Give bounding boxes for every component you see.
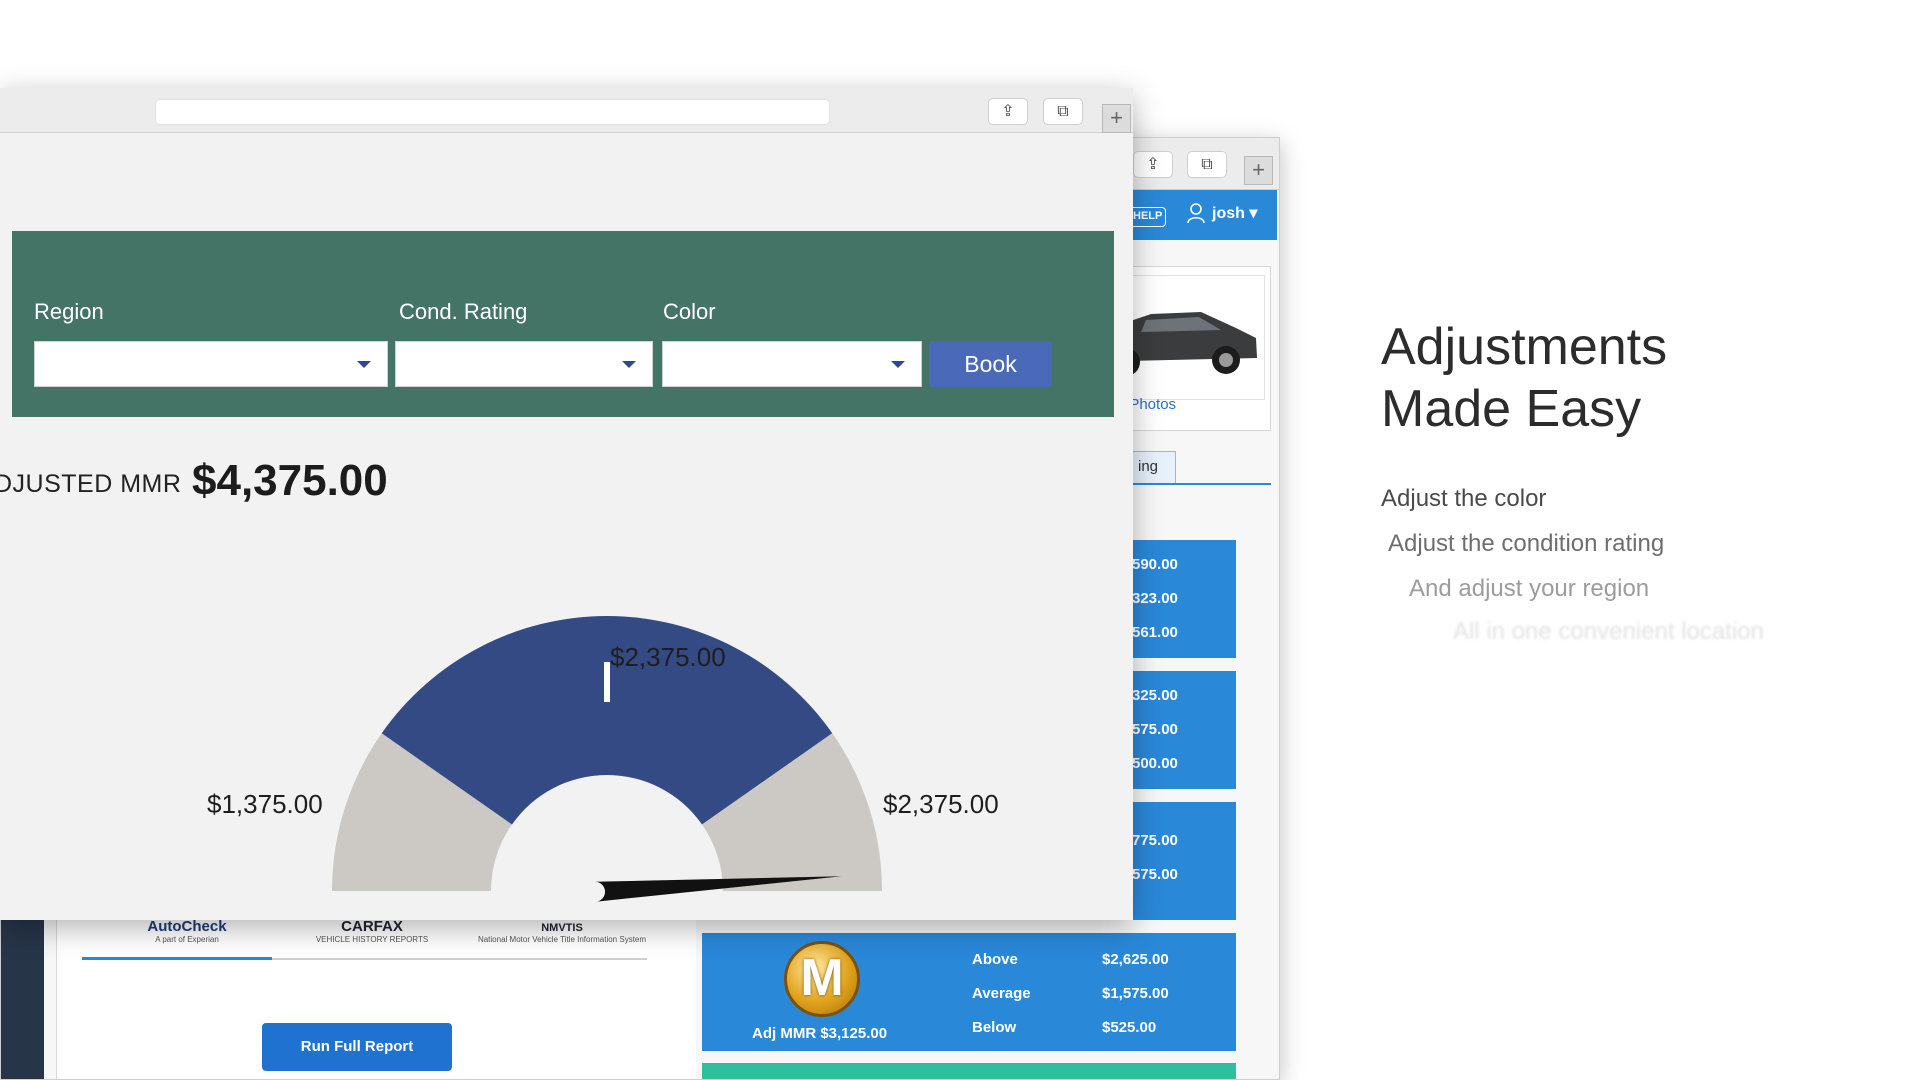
- user-icon: [1187, 203, 1205, 224]
- url-bar[interactable]: [155, 99, 830, 125]
- carfax-logo: CARFAX: [341, 918, 403, 935]
- price-value: 323.00: [1132, 590, 1178, 607]
- price-value: 590.00: [1132, 556, 1178, 573]
- cond-rating-label: Cond. Rating: [399, 299, 528, 324]
- cond-rating-select[interactable]: [395, 341, 653, 387]
- price-value: 325.00: [1132, 687, 1178, 704]
- front-toolbar: ⇪ ⧉ +: [0, 88, 1133, 133]
- adj-mmr-value: Adj MMR $3,125.00: [752, 1025, 888, 1042]
- mmr-row-value: $525.00: [1102, 1019, 1157, 1036]
- price-value: 775.00: [1132, 832, 1178, 849]
- chevron-down-icon: [622, 361, 636, 368]
- step-adjust-region: And adjust your region: [1409, 575, 1650, 602]
- new-tab-button[interactable]: +: [1102, 104, 1131, 133]
- headline-line-1: Adjustments: [1381, 318, 1668, 376]
- region-label: Region: [34, 299, 104, 324]
- help-button[interactable]: HELP: [1129, 207, 1167, 227]
- mmr-row-label: Below: [972, 1019, 1017, 1036]
- new-tab-button[interactable]: +: [1244, 156, 1273, 185]
- carfax-sub: VEHICLE HISTORY REPORTS: [315, 935, 429, 944]
- sidebar: [1, 918, 44, 1079]
- headline-line-2: Made Easy: [1381, 380, 1642, 438]
- gauge-svg: [332, 616, 882, 902]
- nmvtis-sub: National Motor Vehicle Title Information…: [477, 935, 647, 944]
- history-report-panel: AutoCheck A part of Experian CARFAX VEHI…: [56, 918, 696, 1079]
- nmvtis-logo: NMVTIS: [541, 922, 583, 934]
- tabs-icon[interactable]: ⧉: [1187, 151, 1227, 178]
- autocheck-logo: AutoCheck: [147, 918, 227, 935]
- tab-nmvtis[interactable]: NMVTIS National Motor Vehicle Title Info…: [477, 918, 647, 956]
- gauge-top-label: $2,375.00: [610, 642, 726, 672]
- report-tab-active-line: [82, 957, 272, 960]
- adjustment-filter-panel: Region Cond. Rating Color Book: [12, 231, 1114, 417]
- mmr-row-label: Above: [972, 951, 1018, 968]
- run-full-report-button[interactable]: Run Full Report: [262, 1023, 452, 1071]
- price-value: 575.00: [1132, 866, 1178, 883]
- region-select[interactable]: [34, 341, 388, 387]
- mmr-row-value: $2,625.00: [1102, 951, 1169, 968]
- color-label: Color: [663, 299, 716, 324]
- adjusted-mmr-label: DJUSTED MMR: [0, 470, 182, 498]
- headline: Adjustments Made Easy: [1381, 316, 1667, 440]
- user-menu[interactable]: josh ▾: [1186, 202, 1257, 224]
- status-strip: [702, 1063, 1236, 1079]
- price-value: 500.00: [1132, 755, 1178, 772]
- step-convenient-location: All in one convenient location: [1453, 618, 1764, 645]
- chevron-down-icon: [891, 361, 905, 368]
- step-adjust-condition: Adjust the condition rating: [1388, 530, 1665, 557]
- share-icon[interactable]: ⇪: [988, 98, 1028, 125]
- user-name: josh ▾: [1212, 205, 1258, 222]
- share-icon[interactable]: ⇪: [1133, 151, 1173, 178]
- autocheck-sub: A part of Experian: [155, 935, 219, 944]
- adjusted-mmr-value: $4,375.00: [192, 456, 388, 505]
- mmr-gauge: $2,375.00 $1,375.00 $2,375.00: [0, 548, 1133, 920]
- book-button[interactable]: Book: [929, 341, 1052, 387]
- tab-autocheck[interactable]: AutoCheck A part of Experian: [112, 918, 262, 956]
- step-adjust-color: Adjust the color: [1381, 485, 1547, 512]
- mmr-row-value: $1,575.00: [1102, 985, 1169, 1002]
- front-browser-window: ⇪ ⧉ + Region Cond. Rating Color Book DJU…: [0, 88, 1133, 920]
- mmr-row-label: Average: [972, 985, 1031, 1002]
- tab-carfax[interactable]: CARFAX VEHICLE HISTORY REPORTS: [297, 918, 447, 956]
- gauge-right-label: $2,375.00: [883, 789, 999, 819]
- gauge-left-label: $1,375.00: [207, 789, 323, 819]
- price-value: 575.00: [1132, 721, 1178, 738]
- price-value: 561.00: [1132, 624, 1178, 641]
- tabs-icon[interactable]: ⧉: [1043, 98, 1083, 125]
- chevron-down-icon: [357, 361, 371, 368]
- manheim-logo-icon: M: [784, 941, 860, 1017]
- color-select[interactable]: [662, 341, 922, 387]
- mmr-summary-box: M Adj MMR $3,125.00 Above $2,625.00 Aver…: [702, 933, 1236, 1051]
